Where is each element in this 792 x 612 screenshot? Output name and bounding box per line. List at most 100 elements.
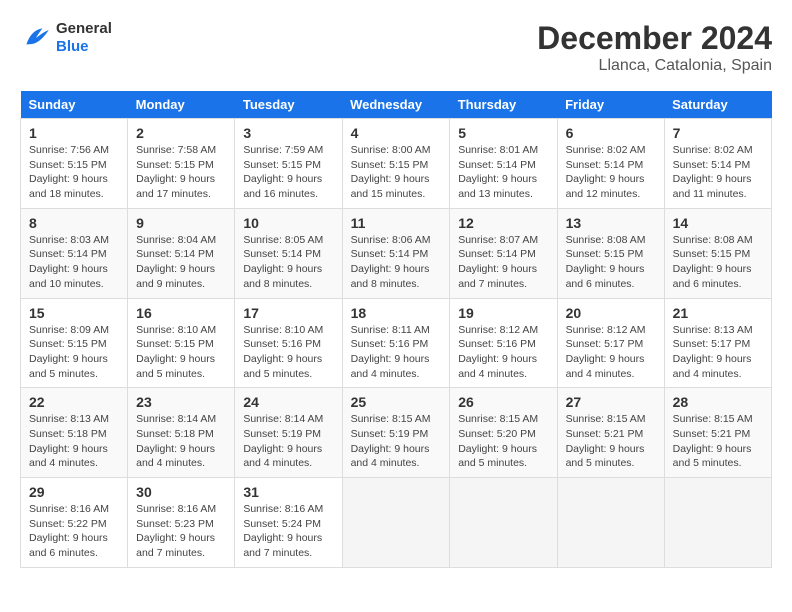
day-number: 6	[566, 125, 656, 141]
day-number: 1	[29, 125, 119, 141]
calendar-cell: 30 Sunrise: 8:16 AM Sunset: 5:23 PM Dayli…	[128, 478, 235, 568]
calendar-header-row: SundayMondayTuesdayWednesdayThursdayFrid…	[21, 91, 772, 119]
day-number: 29	[29, 484, 119, 500]
calendar-day-header: Sunday	[21, 91, 128, 119]
calendar-cell: 2Sunrise: 7:58 AM Sunset: 5:15 PM Daylig…	[128, 119, 235, 209]
calendar-cell	[664, 478, 771, 568]
day-info: Sunrise: 8:16 AM Sunset: 5:23 PM Dayligh…	[136, 502, 226, 561]
day-info: Sunrise: 8:04 AM Sunset: 5:14 PM Dayligh…	[136, 233, 226, 292]
day-info: Sunrise: 8:05 AM Sunset: 5:14 PM Dayligh…	[243, 233, 333, 292]
day-number: 14	[673, 215, 763, 231]
calendar-cell: 1 Sunrise: 7:56 AM Sunset: 5:15 PM Daylig…	[21, 119, 128, 209]
calendar-week-row: 1 Sunrise: 7:56 AM Sunset: 5:15 PM Daylig…	[21, 119, 772, 209]
calendar-cell: 11 Sunrise: 8:06 AM Sunset: 5:14 PM Dayli…	[342, 208, 450, 298]
calendar-day-header: Saturday	[664, 91, 771, 119]
calendar-cell: 7 Sunrise: 8:02 AM Sunset: 5:14 PM Daylig…	[664, 119, 771, 209]
day-info: Sunrise: 8:10 AM Sunset: 5:16 PM Dayligh…	[243, 323, 333, 382]
day-info: Sunrise: 8:16 AM Sunset: 5:22 PM Dayligh…	[29, 502, 119, 561]
day-number: 5	[458, 125, 548, 141]
day-info: Sunrise: 8:06 AM Sunset: 5:14 PM Dayligh…	[351, 233, 442, 292]
calendar-cell: 20 Sunrise: 8:12 AM Sunset: 5:17 PM Dayli…	[557, 298, 664, 388]
calendar-table: SundayMondayTuesdayWednesdayThursdayFrid…	[20, 91, 772, 568]
calendar-day-header: Tuesday	[235, 91, 342, 119]
calendar-cell: 26 Sunrise: 8:15 AM Sunset: 5:20 PM Dayli…	[450, 388, 557, 478]
calendar-day-header: Friday	[557, 91, 664, 119]
calendar-cell: 23 Sunrise: 8:14 AM Sunset: 5:18 PM Dayli…	[128, 388, 235, 478]
calendar-cell	[450, 478, 557, 568]
day-number: 8	[29, 215, 119, 231]
day-info: Sunrise: 7:59 AM Sunset: 5:15 PM Dayligh…	[243, 143, 333, 202]
day-info: Sunrise: 8:02 AM Sunset: 5:14 PM Dayligh…	[566, 143, 656, 202]
day-number: 17	[243, 305, 333, 321]
logo-icon	[20, 22, 52, 54]
day-info: Sunrise: 8:07 AM Sunset: 5:14 PM Dayligh…	[458, 233, 548, 292]
day-info: Sunrise: 8:09 AM Sunset: 5:15 PM Dayligh…	[29, 323, 119, 382]
calendar-cell: 14 Sunrise: 8:08 AM Sunset: 5:15 PM Dayli…	[664, 208, 771, 298]
day-info: Sunrise: 8:14 AM Sunset: 5:19 PM Dayligh…	[243, 412, 333, 471]
calendar-cell: 24 Sunrise: 8:14 AM Sunset: 5:19 PM Dayli…	[235, 388, 342, 478]
day-info: Sunrise: 8:01 AM Sunset: 5:14 PM Dayligh…	[458, 143, 548, 202]
day-number: 20	[566, 305, 656, 321]
calendar-cell: 16Sunrise: 8:10 AM Sunset: 5:15 PM Dayli…	[128, 298, 235, 388]
day-number: 11	[351, 215, 442, 231]
day-number: 2	[136, 125, 226, 141]
calendar-cell: 5 Sunrise: 8:01 AM Sunset: 5:14 PM Daylig…	[450, 119, 557, 209]
day-number: 24	[243, 394, 333, 410]
day-info: Sunrise: 7:56 AM Sunset: 5:15 PM Dayligh…	[29, 143, 119, 202]
day-info: Sunrise: 8:02 AM Sunset: 5:14 PM Dayligh…	[673, 143, 763, 202]
calendar-day-header: Thursday	[450, 91, 557, 119]
day-info: Sunrise: 8:12 AM Sunset: 5:16 PM Dayligh…	[458, 323, 548, 382]
calendar-cell: 19 Sunrise: 8:12 AM Sunset: 5:16 PM Dayli…	[450, 298, 557, 388]
day-number: 23	[136, 394, 226, 410]
day-info: Sunrise: 8:14 AM Sunset: 5:18 PM Dayligh…	[136, 412, 226, 471]
calendar-cell: 25Sunrise: 8:15 AM Sunset: 5:19 PM Dayli…	[342, 388, 450, 478]
day-info: Sunrise: 8:15 AM Sunset: 5:21 PM Dayligh…	[673, 412, 763, 471]
day-info: Sunrise: 8:12 AM Sunset: 5:17 PM Dayligh…	[566, 323, 656, 382]
page-header: General Blue December 2024 Llanca, Catal…	[20, 20, 772, 75]
day-number: 9	[136, 215, 226, 231]
day-number: 19	[458, 305, 548, 321]
calendar-week-row: 8Sunrise: 8:03 AM Sunset: 5:14 PM Daylig…	[21, 208, 772, 298]
logo-text: General Blue	[56, 20, 112, 56]
day-number: 27	[566, 394, 656, 410]
day-info: Sunrise: 8:16 AM Sunset: 5:24 PM Dayligh…	[243, 502, 333, 561]
day-info: Sunrise: 8:10 AM Sunset: 5:15 PM Dayligh…	[136, 323, 226, 382]
calendar-week-row: 29 Sunrise: 8:16 AM Sunset: 5:22 PM Dayli…	[21, 478, 772, 568]
day-info: Sunrise: 8:15 AM Sunset: 5:21 PM Dayligh…	[566, 412, 656, 471]
calendar-cell: 8Sunrise: 8:03 AM Sunset: 5:14 PM Daylig…	[21, 208, 128, 298]
month-title: December 2024	[537, 20, 772, 57]
logo: General Blue	[20, 20, 112, 56]
calendar-cell: 27 Sunrise: 8:15 AM Sunset: 5:21 PM Dayli…	[557, 388, 664, 478]
day-number: 30	[136, 484, 226, 500]
day-number: 28	[673, 394, 763, 410]
day-number: 21	[673, 305, 763, 321]
calendar-cell: 13 Sunrise: 8:08 AM Sunset: 5:15 PM Dayli…	[557, 208, 664, 298]
calendar-day-header: Wednesday	[342, 91, 450, 119]
calendar-cell	[557, 478, 664, 568]
calendar-cell: 31 Sunrise: 8:16 AM Sunset: 5:24 PM Dayli…	[235, 478, 342, 568]
day-number: 18	[351, 305, 442, 321]
calendar-cell: 29 Sunrise: 8:16 AM Sunset: 5:22 PM Dayli…	[21, 478, 128, 568]
calendar-cell: 10Sunrise: 8:05 AM Sunset: 5:14 PM Dayli…	[235, 208, 342, 298]
day-number: 31	[243, 484, 333, 500]
calendar-cell: 15 Sunrise: 8:09 AM Sunset: 5:15 PM Dayli…	[21, 298, 128, 388]
day-info: Sunrise: 8:15 AM Sunset: 5:20 PM Dayligh…	[458, 412, 548, 471]
day-number: 25	[351, 394, 442, 410]
day-info: Sunrise: 8:13 AM Sunset: 5:18 PM Dayligh…	[29, 412, 119, 471]
calendar-cell: 18Sunrise: 8:11 AM Sunset: 5:16 PM Dayli…	[342, 298, 450, 388]
day-info: Sunrise: 8:13 AM Sunset: 5:17 PM Dayligh…	[673, 323, 763, 382]
calendar-cell: 3Sunrise: 7:59 AM Sunset: 5:15 PM Daylig…	[235, 119, 342, 209]
day-info: Sunrise: 8:08 AM Sunset: 5:15 PM Dayligh…	[673, 233, 763, 292]
calendar-cell: 17 Sunrise: 8:10 AM Sunset: 5:16 PM Dayli…	[235, 298, 342, 388]
location: Llanca, Catalonia, Spain	[537, 57, 772, 75]
calendar-week-row: 15 Sunrise: 8:09 AM Sunset: 5:15 PM Dayli…	[21, 298, 772, 388]
day-number: 13	[566, 215, 656, 231]
calendar-cell: 28 Sunrise: 8:15 AM Sunset: 5:21 PM Dayli…	[664, 388, 771, 478]
day-number: 15	[29, 305, 119, 321]
day-info: Sunrise: 8:08 AM Sunset: 5:15 PM Dayligh…	[566, 233, 656, 292]
calendar-cell: 6 Sunrise: 8:02 AM Sunset: 5:14 PM Daylig…	[557, 119, 664, 209]
day-number: 12	[458, 215, 548, 231]
day-number: 22	[29, 394, 119, 410]
day-number: 26	[458, 394, 548, 410]
day-number: 7	[673, 125, 763, 141]
